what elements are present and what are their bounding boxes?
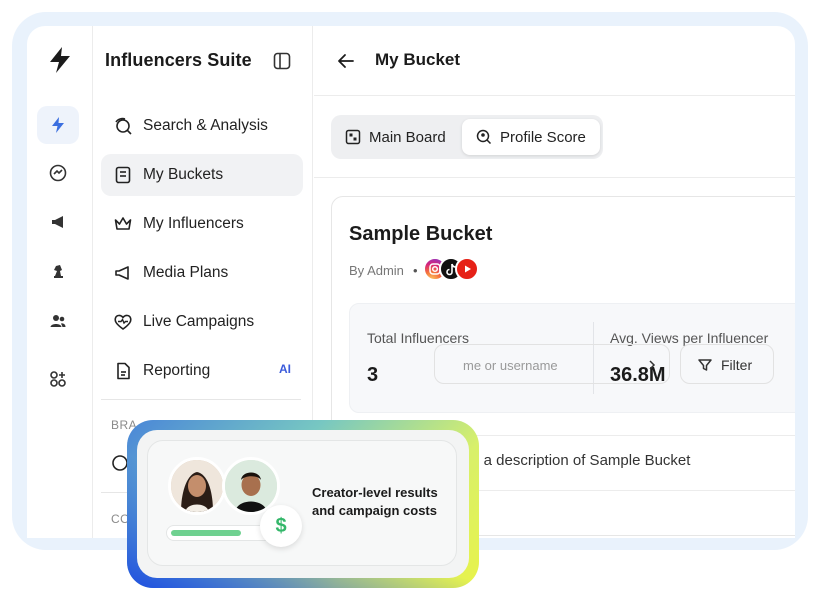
lightning-logo-icon xyxy=(50,47,70,73)
rail-item-influencers[interactable] xyxy=(37,106,79,144)
rail-item-team[interactable] xyxy=(37,302,79,340)
page-header: My Bucket xyxy=(314,26,795,96)
report-icon xyxy=(117,362,130,380)
rail-item-campaigns[interactable] xyxy=(37,203,79,241)
megaphone-icon xyxy=(115,266,129,280)
sidebar-title: Influencers Suite xyxy=(105,50,252,70)
sidebar-item-label: Reporting xyxy=(143,362,211,379)
rail-item-analytics[interactable] xyxy=(37,154,79,192)
heart-pulse-icon xyxy=(114,314,132,330)
bucket-byline: By Admin xyxy=(349,263,404,278)
sidebar-item-my-buckets[interactable]: My Buckets xyxy=(101,154,303,196)
sidebar-item-my-influencers[interactable]: My Influencers xyxy=(101,203,303,245)
sidebar-item-label: My Buckets xyxy=(143,166,224,183)
apps-add-icon xyxy=(50,371,66,387)
divider xyxy=(101,399,301,400)
chat-chart-icon xyxy=(49,164,67,182)
users-icon xyxy=(50,315,66,327)
search-input[interactable]: me or username xyxy=(434,344,670,384)
avatar xyxy=(168,457,226,515)
search-analysis-icon xyxy=(115,117,132,135)
tab-profile-score[interactable]: Profile Score xyxy=(462,119,600,155)
sidebar-item-label: Search & Analysis xyxy=(143,117,268,134)
divider xyxy=(314,177,795,178)
sidebar-item-media-plans[interactable]: Media Plans xyxy=(101,252,303,294)
filter-icon xyxy=(698,359,712,371)
byline-separator: • xyxy=(413,263,418,278)
board-icon xyxy=(345,129,361,145)
filter-button[interactable]: Filter xyxy=(680,344,774,384)
sidebar-item-label: Live Campaigns xyxy=(143,313,255,330)
sidebar-item-live-campaigns[interactable]: Live Campaigns xyxy=(101,301,303,343)
promo-card: $ Creator-level results and campaign cos… xyxy=(147,440,457,566)
bucket-description: s a description of Sample Bucket xyxy=(472,452,691,469)
sidebar-item-reporting[interactable]: Reporting AI xyxy=(101,350,303,392)
bucket-icon xyxy=(115,166,131,184)
rail-item-apps[interactable] xyxy=(37,360,79,398)
arrow-left-icon[interactable] xyxy=(336,51,356,71)
icon-rail xyxy=(27,26,93,538)
tab-main-board[interactable]: Main Board xyxy=(345,119,446,155)
stat-value: 3 xyxy=(367,364,379,386)
tab-label: Profile Score xyxy=(500,128,586,146)
tab-label: Main Board xyxy=(369,128,446,146)
search-placeholder: me or username xyxy=(463,358,558,373)
sidebar-item-label: My Influencers xyxy=(143,215,244,232)
sidebar-item-search-analysis[interactable]: Search & Analysis xyxy=(101,105,303,147)
promo-text: Creator-level results and campaign costs xyxy=(312,485,438,518)
sidebar-item-label: Media Plans xyxy=(143,264,229,281)
bucket-title: Sample Bucket xyxy=(349,223,493,245)
megaphone-icon xyxy=(52,216,63,228)
page-title: My Bucket xyxy=(375,50,461,69)
rail-item-strategy[interactable] xyxy=(37,252,79,290)
dollar-icon: $ xyxy=(260,505,302,547)
chevron-right-icon xyxy=(649,360,656,370)
youtube-icon xyxy=(455,257,479,281)
progress-fill xyxy=(171,530,241,536)
ai-badge: AI xyxy=(279,362,291,376)
tab-bar: Main Board Profile Score xyxy=(331,115,603,159)
lightning-icon xyxy=(52,117,64,133)
sidebar-toggle-icon[interactable] xyxy=(273,52,291,70)
chess-knight-icon xyxy=(54,265,63,278)
crown-icon xyxy=(114,217,132,230)
filter-label: Filter xyxy=(721,357,753,373)
profile-score-icon xyxy=(476,129,492,145)
